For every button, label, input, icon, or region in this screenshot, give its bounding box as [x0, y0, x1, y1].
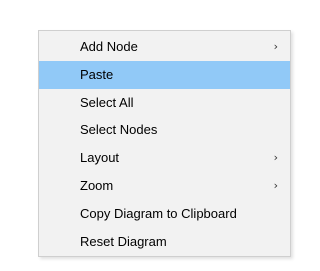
menu-item-label: Select All [80, 94, 134, 110]
menu-item-label: Reset Diagram [80, 233, 167, 249]
menu-item-select-all[interactable]: Select All [39, 89, 290, 117]
menu-item-label: Copy Diagram to Clipboard [80, 205, 237, 221]
menu-item-label: Select Nodes [80, 122, 158, 138]
menu-item-label: Paste [80, 66, 114, 82]
menu-item-zoom[interactable]: Zoom › [39, 172, 290, 200]
menu-item-select-nodes[interactable]: Select Nodes [39, 116, 290, 144]
chevron-right-icon: › [273, 40, 278, 53]
chevron-right-icon: › [273, 178, 278, 192]
menu-item-label: Zoom [80, 177, 114, 193]
menu-item-label: Add Node [80, 39, 138, 54]
menu-item-layout[interactable]: Layout › [39, 144, 290, 172]
menu-item-copy-diagram[interactable]: Copy Diagram to Clipboard [39, 200, 290, 228]
menu-item-paste[interactable]: Paste [39, 60, 290, 89]
menu-item-label: Layout [80, 150, 120, 166]
menu-item-add-node[interactable]: Add Node › [39, 33, 290, 61]
chevron-right-icon: › [273, 151, 278, 165]
menu-item-reset-diagram[interactable]: Reset Diagram [39, 228, 290, 256]
context-menu: Add Node › Paste Select All Select Nodes… [38, 30, 291, 257]
